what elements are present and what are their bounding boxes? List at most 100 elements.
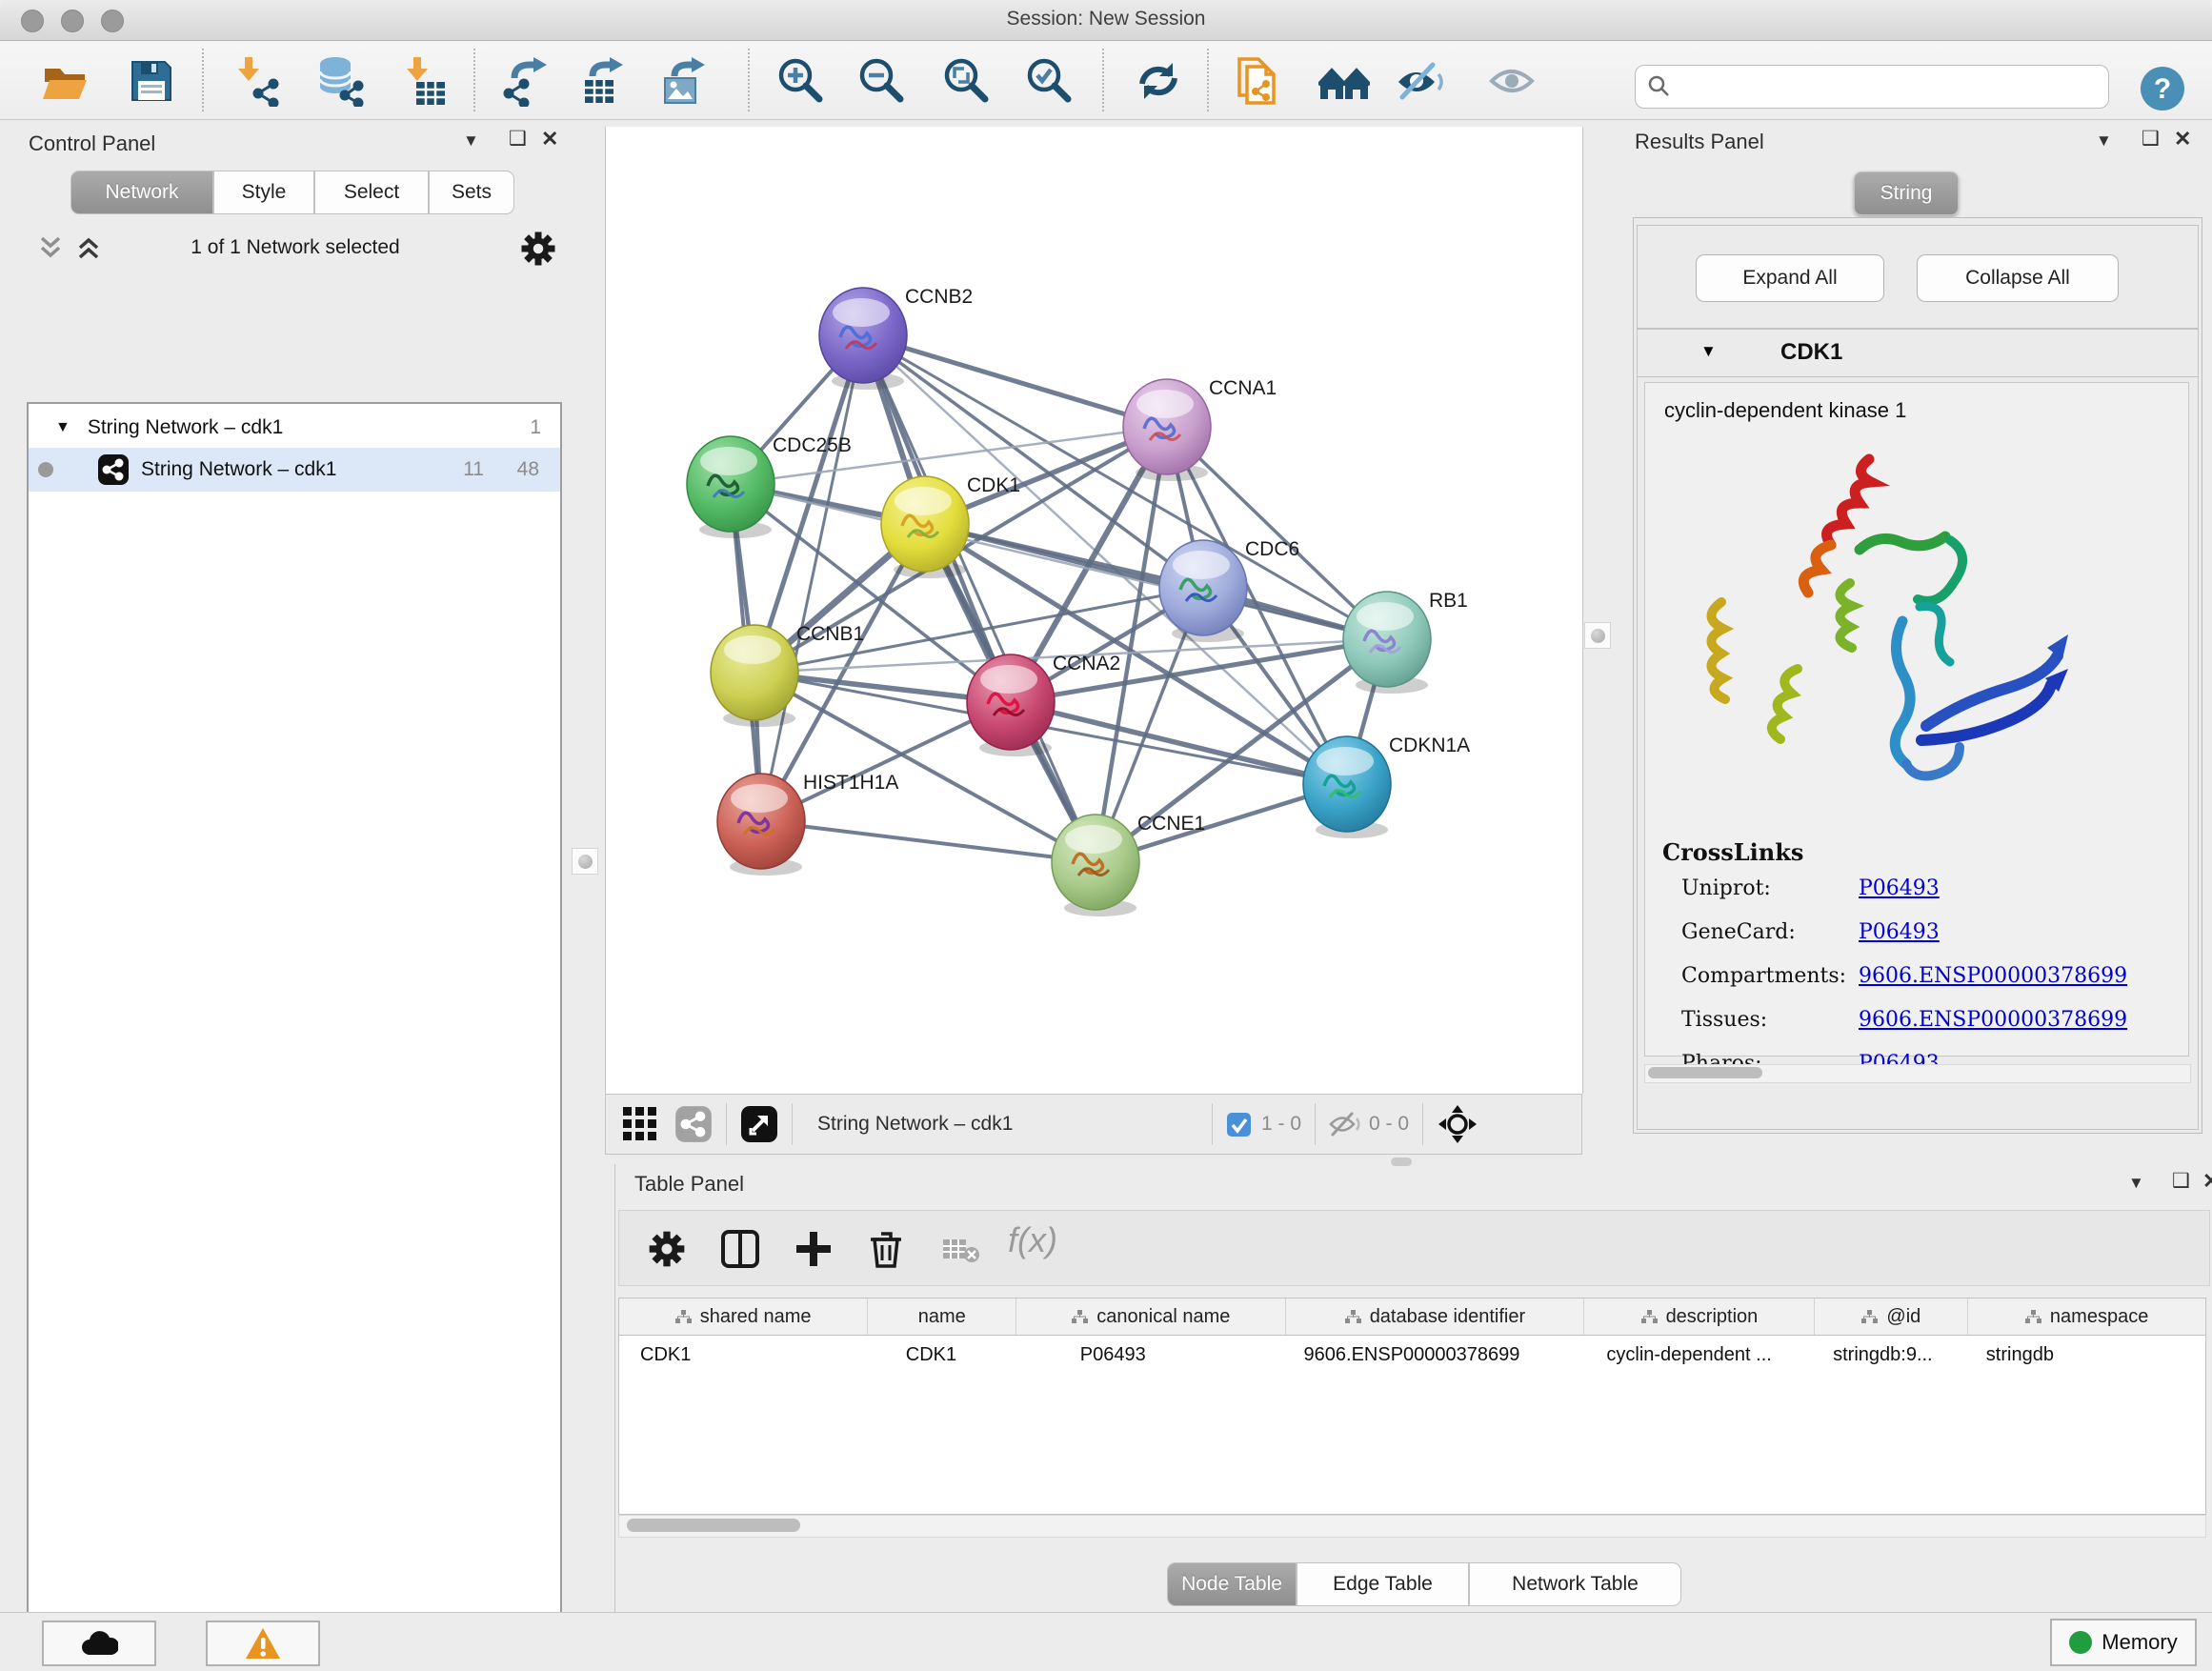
network-edge[interactable] bbox=[863, 335, 1167, 427]
table-panel-close-icon[interactable]: ✕ bbox=[2202, 1172, 2212, 1191]
cell-description[interactable]: cyclin-dependent ... bbox=[1585, 1336, 1816, 1374]
network-edge[interactable] bbox=[761, 821, 1096, 862]
column-header[interactable]: database identifier bbox=[1286, 1299, 1584, 1335]
import-table-icon[interactable] bbox=[397, 55, 449, 107]
network-node-rb1[interactable]: RB1 bbox=[1343, 590, 1468, 694]
control-panel-close-icon[interactable]: ✕ bbox=[541, 130, 558, 149]
import-network-from-database-icon[interactable] bbox=[314, 55, 366, 107]
network-canvas[interactable]: CCNB2CCNA1CDC25BCDK1CDC6RB1CCNB1CCNA2CDK… bbox=[605, 127, 1583, 1094]
crosslink-row: Tissues: 9606.ENSP00000378699 bbox=[1681, 1008, 2177, 1052]
table-row[interactable]: CDK1 CDK1 P06493 9606.ENSP00000378699 cy… bbox=[619, 1336, 2205, 1374]
delete-column-icon[interactable] bbox=[865, 1228, 907, 1270]
crosslink-value-link[interactable]: P06493 bbox=[1859, 920, 1940, 964]
network-node-cdc6[interactable]: CDC6 bbox=[1159, 538, 1299, 642]
crosslink-value-link[interactable]: 9606.ENSP00000378699 bbox=[1859, 964, 2127, 1008]
memory-button[interactable]: Memory bbox=[2050, 1619, 2197, 1666]
export-image-icon[interactable] bbox=[659, 55, 711, 107]
expand-all-chevron-icon[interactable] bbox=[72, 232, 105, 263]
cell-shared-name[interactable]: CDK1 bbox=[619, 1336, 868, 1374]
results-panel-float-icon[interactable]: ❑ bbox=[2142, 130, 2160, 149]
control-panel-title: Control Panel bbox=[29, 131, 155, 156]
help-icon[interactable]: ? bbox=[2140, 66, 2185, 111]
collapse-all-button[interactable]: Collapse All bbox=[1917, 254, 2119, 302]
cloud-button[interactable] bbox=[42, 1621, 156, 1666]
tab-network[interactable]: Network bbox=[70, 171, 213, 214]
selected-checkbox-icon[interactable] bbox=[1226, 1112, 1252, 1137]
network-node-ccna2[interactable]: CCNA2 bbox=[967, 653, 1120, 756]
column-header[interactable]: @id bbox=[1815, 1299, 1968, 1335]
crosslink-value-link[interactable]: P06493 bbox=[1859, 876, 1940, 920]
detach-view-icon[interactable] bbox=[740, 1105, 778, 1143]
control-panel-float-icon[interactable]: ❑ bbox=[509, 130, 527, 149]
network-node-ccne1[interactable]: CCNE1 bbox=[1052, 813, 1205, 916]
search-input[interactable] bbox=[1672, 75, 2085, 99]
control-panel-menu-icon[interactable]: ▼ bbox=[463, 131, 479, 151]
left-splitter-handle[interactable] bbox=[572, 848, 598, 875]
collapse-all-chevron-icon[interactable] bbox=[34, 232, 67, 263]
cell-canonical-name[interactable]: P06493 bbox=[1017, 1336, 1289, 1374]
cell-name[interactable]: CDK1 bbox=[868, 1336, 1017, 1374]
column-header[interactable]: namespace bbox=[1968, 1299, 2205, 1335]
results-panel-close-icon[interactable]: ✕ bbox=[2174, 130, 2191, 149]
table-panel-menu-icon[interactable]: ▼ bbox=[2128, 1174, 2144, 1193]
network-graph[interactable]: CCNB2CCNA1CDC25BCDK1CDC6RB1CCNB1CCNA2CDK… bbox=[606, 127, 1582, 1094]
tab-network-table[interactable]: Network Table bbox=[1469, 1562, 1681, 1606]
tab-node-table[interactable]: Node Table bbox=[1167, 1562, 1297, 1606]
scrollbar-thumb[interactable] bbox=[627, 1519, 800, 1532]
column-header[interactable]: name bbox=[868, 1299, 1016, 1335]
show-eye-icon[interactable] bbox=[1486, 55, 1538, 107]
grid-view-icon[interactable] bbox=[621, 1105, 659, 1143]
network-view-icon[interactable] bbox=[674, 1105, 713, 1143]
network-node-cdkn1a[interactable]: CDKN1A bbox=[1303, 735, 1470, 838]
hide-selected-eye-icon[interactable] bbox=[1395, 55, 1446, 107]
table-panel-float-icon[interactable]: ❑ bbox=[2172, 1172, 2190, 1191]
copy-network-icon[interactable] bbox=[1232, 55, 1283, 107]
control-panel-gear-icon[interactable] bbox=[518, 229, 558, 269]
network-row-selected[interactable]: String Network – cdk1 11 48 bbox=[29, 448, 560, 492]
tab-string[interactable]: String bbox=[1854, 171, 1959, 215]
warnings-button[interactable] bbox=[206, 1621, 320, 1666]
network-collection-row[interactable]: ▼ String Network – cdk1 1 bbox=[29, 406, 560, 450]
crosslink-value-link[interactable]: 9606.ENSP00000378699 bbox=[1859, 1008, 2127, 1052]
table-settings-gear-icon[interactable] bbox=[646, 1228, 688, 1270]
add-column-icon[interactable] bbox=[793, 1228, 835, 1270]
table-toolbar: f(x) bbox=[618, 1210, 2210, 1286]
birdseye-navigator-icon[interactable] bbox=[1437, 1103, 1478, 1145]
tab-sets[interactable]: Sets bbox=[429, 171, 514, 214]
zoom-in-icon[interactable] bbox=[775, 55, 827, 107]
expand-all-button[interactable]: Expand All bbox=[1696, 254, 1884, 302]
export-network-icon[interactable] bbox=[501, 55, 553, 107]
home-icon[interactable] bbox=[1318, 55, 1370, 107]
zoom-out-icon[interactable] bbox=[856, 55, 908, 107]
table-horizontal-scrollbar[interactable] bbox=[618, 1515, 2206, 1538]
network-node-ccnb2[interactable]: CCNB2 bbox=[819, 286, 973, 390]
results-panel-menu-icon[interactable]: ▼ bbox=[2096, 131, 2112, 151]
tab-edge-table[interactable]: Edge Table bbox=[1297, 1562, 1469, 1606]
network-edge[interactable] bbox=[925, 524, 1387, 639]
tab-style[interactable]: Style bbox=[213, 171, 314, 214]
open-session-icon[interactable] bbox=[40, 55, 91, 107]
import-network-icon[interactable] bbox=[231, 55, 283, 107]
network-node-hist1h1a[interactable]: HIST1H1A bbox=[717, 772, 898, 876]
network-node-ccna1[interactable]: CCNA1 bbox=[1123, 377, 1277, 481]
zoom-fit-icon[interactable] bbox=[941, 55, 993, 107]
tab-select[interactable]: Select bbox=[314, 171, 429, 214]
gene-section-header[interactable]: ▼ CDK1 bbox=[1638, 329, 2198, 377]
cell-id[interactable]: stringdb:9... bbox=[1816, 1336, 1969, 1374]
column-header[interactable]: canonical name bbox=[1016, 1299, 1286, 1335]
column-header[interactable]: shared name bbox=[619, 1299, 868, 1335]
right-splitter-handle[interactable] bbox=[1584, 622, 1611, 649]
tree-expander-icon[interactable]: ▼ bbox=[55, 419, 70, 436]
section-expander-icon[interactable]: ▼ bbox=[1700, 342, 1717, 361]
export-table-icon[interactable] bbox=[579, 55, 631, 107]
results-horizontal-scrollbar[interactable] bbox=[1644, 1064, 2191, 1083]
cell-namespace[interactable]: stringdb bbox=[1969, 1336, 2205, 1374]
network-edge[interactable] bbox=[761, 335, 863, 821]
cell-database-identifier[interactable]: 9606.ENSP00000378699 bbox=[1289, 1336, 1586, 1374]
column-header[interactable]: description bbox=[1584, 1299, 1815, 1335]
network-node-cdc25b[interactable]: CDC25B bbox=[687, 434, 852, 538]
zoom-selected-icon[interactable] bbox=[1024, 55, 1076, 107]
refresh-layout-icon[interactable] bbox=[1133, 55, 1184, 107]
show-columns-icon[interactable] bbox=[719, 1228, 761, 1270]
save-session-icon[interactable] bbox=[126, 55, 177, 107]
